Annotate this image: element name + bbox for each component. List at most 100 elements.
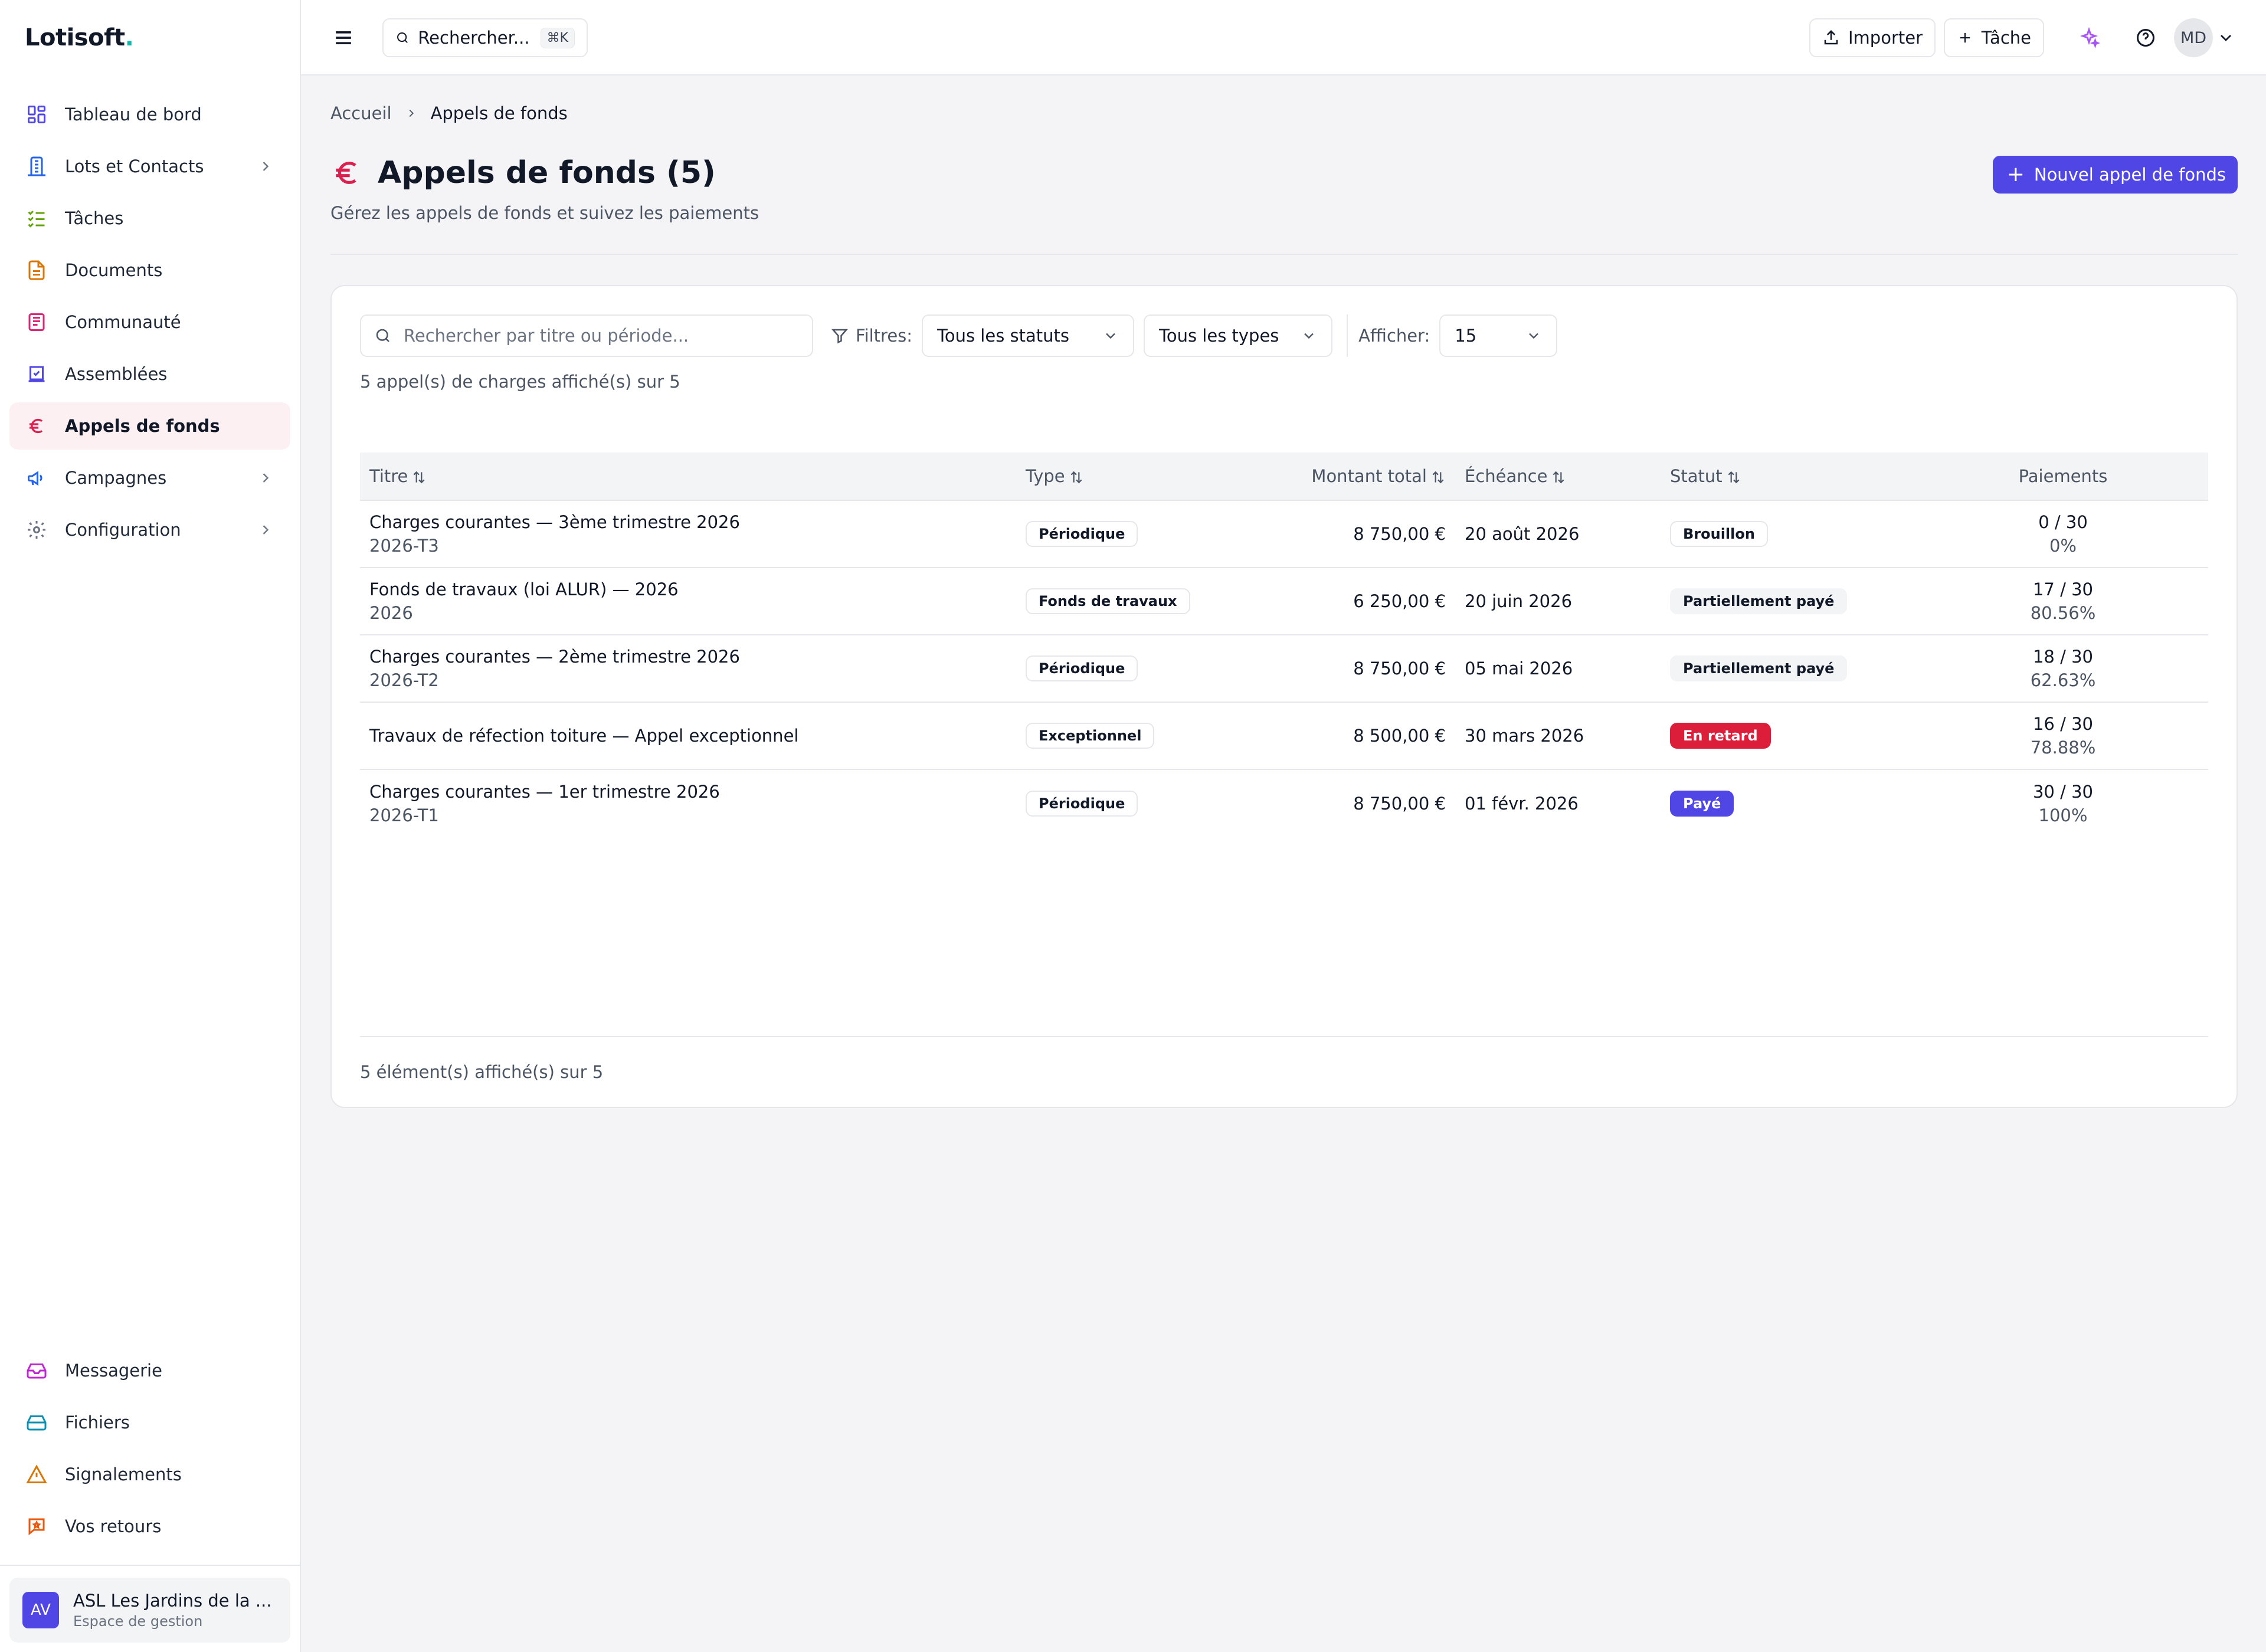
org-switcher[interactable]: AV ASL Les Jardins de la ... Espace de g… xyxy=(9,1578,290,1643)
row-due-date: 01 févr. 2026 xyxy=(1465,794,1579,814)
sidebar-item-messaging[interactable]: Messagerie xyxy=(9,1347,290,1394)
row-amount: 6 250,00 € xyxy=(1353,591,1446,611)
sidebar-item-configuration[interactable]: Configuration xyxy=(9,506,290,553)
table-search-placeholder: Rechercher par titre ou période... xyxy=(404,326,689,346)
status-badge: Partiellement payé xyxy=(1670,655,1848,681)
row-payments: 0 / 30 xyxy=(2038,512,2088,532)
row-title[interactable]: Fonds de travaux (loi ALUR) — 2026 xyxy=(369,579,1026,599)
type-filter-select[interactable]: Tous les types xyxy=(1144,314,1333,357)
show-label: Afficher: xyxy=(1358,326,1430,346)
type-badge: Exceptionnel xyxy=(1026,723,1155,749)
vote-icon xyxy=(25,362,48,386)
header-status[interactable]: Statut xyxy=(1670,466,1918,486)
sort-icon xyxy=(1432,471,1444,484)
shortcut-badge: ⌘K xyxy=(540,27,575,48)
chevron-right-icon xyxy=(409,109,414,117)
sidebar-item-label: Tâches xyxy=(65,208,124,228)
sidebar-divider xyxy=(0,1565,300,1566)
new-fund-call-label: Nouvel appel de fonds xyxy=(2033,165,2226,185)
row-title[interactable]: Travaux de réfection toiture — Appel exc… xyxy=(369,726,1026,746)
header-type-label: Type xyxy=(1026,466,1065,486)
header-due-label: Échéance xyxy=(1465,466,1548,486)
sidebar-item-label: Configuration xyxy=(65,520,181,540)
type-badge: Fonds de travaux xyxy=(1026,588,1190,614)
status-badge: En retard xyxy=(1670,723,1771,749)
sidebar-item-dashboard[interactable]: Tableau de bord xyxy=(9,91,290,138)
sidebar-item-label: Vos retours xyxy=(65,1516,162,1536)
import-button[interactable]: Importer xyxy=(1809,18,1936,57)
table-row[interactable]: Charges courantes — 2ème trimestre 2026 2… xyxy=(360,635,2208,703)
row-due-date: 20 juin 2026 xyxy=(1465,591,1573,611)
inbox-icon xyxy=(25,1359,48,1382)
table-footer-count: 5 élément(s) affiché(s) sur 5 xyxy=(360,1062,604,1082)
page-title: Appels de fonds (5) xyxy=(378,155,716,191)
help-icon[interactable] xyxy=(2133,25,2159,51)
new-task-label: Tâche xyxy=(1981,28,2031,48)
new-task-button[interactable]: Tâche xyxy=(1943,18,2044,57)
menu-icon[interactable] xyxy=(330,25,356,51)
chevron-right-icon xyxy=(263,473,269,483)
user-avatar[interactable]: MD xyxy=(2174,18,2213,57)
type-badge: Périodique xyxy=(1026,791,1138,817)
brand-name: Lotisoft xyxy=(25,24,125,51)
new-fund-call-button[interactable]: + Nouvel appel de fonds xyxy=(1992,156,2238,194)
breadcrumb-home[interactable]: Accueil xyxy=(330,103,392,123)
global-search[interactable]: Rechercher... ⌘K xyxy=(382,18,588,57)
row-title[interactable]: Charges courantes — 1er trimestre 2026 xyxy=(369,782,1026,802)
status-badge: Brouillon xyxy=(1670,521,1768,547)
breadcrumb: Accueil Appels de fonds xyxy=(330,103,568,123)
org-subtitle: Espace de gestion xyxy=(73,1613,203,1630)
sort-icon xyxy=(1553,471,1564,484)
page-size-select[interactable]: 15 xyxy=(1439,314,1558,357)
header-amount[interactable]: Montant total xyxy=(1262,466,1465,486)
status-filter-select[interactable]: Tous les statuts xyxy=(922,314,1135,357)
row-amount: 8 750,00 € xyxy=(1353,794,1446,814)
table-row[interactable]: Charges courantes — 3ème trimestre 2026 2… xyxy=(360,501,2208,568)
header-type[interactable]: Type xyxy=(1026,466,1262,486)
status-badge: Payé xyxy=(1670,791,1734,817)
sidebar-item-reports[interactable]: Signalements xyxy=(9,1451,290,1498)
sidebar-item-assemblies[interactable]: Assemblées xyxy=(9,350,290,398)
header-title[interactable]: Titre xyxy=(360,466,1026,486)
sidebar-item-funds[interactable]: Appels de fonds xyxy=(9,402,290,450)
sidebar-item-label: Communauté xyxy=(65,312,181,332)
sidebar-item-campaigns[interactable]: Campagnes xyxy=(9,454,290,502)
table-search-input[interactable]: Rechercher par titre ou période... xyxy=(360,314,813,357)
row-title[interactable]: Charges courantes — 3ème trimestre 2026 xyxy=(369,512,1026,532)
brand-logo[interactable]: Lotisoft. xyxy=(0,0,300,76)
row-percent: 100% xyxy=(2038,805,2088,825)
row-title[interactable]: Charges courantes — 2ème trimestre 2026 xyxy=(369,647,1026,667)
row-amount: 8 750,00 € xyxy=(1353,658,1446,678)
org-name: ASL Les Jardins de la ... xyxy=(73,1591,272,1611)
sidebar-item-label: Documents xyxy=(65,260,163,280)
row-payments: 16 / 30 xyxy=(2032,714,2093,734)
fund-calls-table: Titre Type Montant total Échéance Statut… xyxy=(360,453,2208,837)
sidebar-item-tasks[interactable]: Tâches xyxy=(9,195,290,242)
header-divider xyxy=(330,254,2238,255)
row-percent: 62.63% xyxy=(2030,670,2096,690)
sort-icon xyxy=(413,471,425,484)
table-row[interactable]: Travaux de réfection toiture — Appel exc… xyxy=(360,703,2208,770)
chevron-down-icon[interactable] xyxy=(2216,28,2235,47)
sidebar-item-community[interactable]: Communauté xyxy=(9,299,290,346)
chevron-down-icon xyxy=(1304,333,1314,339)
topbar: Rechercher... ⌘K Importer Tâche MD xyxy=(301,0,2266,76)
sidebar-item-feedback[interactable]: Vos retours xyxy=(9,1503,290,1550)
table-row[interactable]: Fonds de travaux (loi ALUR) — 2026 2026 F… xyxy=(360,568,2208,635)
status-filter-value: Tous les statuts xyxy=(937,326,1070,346)
document-icon xyxy=(25,258,48,282)
sparkles-icon[interactable] xyxy=(2076,25,2102,51)
page-size-value: 15 xyxy=(1455,326,1477,346)
search-icon xyxy=(376,329,389,342)
sidebar-item-files[interactable]: Fichiers xyxy=(9,1399,290,1446)
table-row[interactable]: Charges courantes — 1er trimestre 2026 20… xyxy=(360,770,2208,837)
sidebar-item-documents[interactable]: Documents xyxy=(9,247,290,294)
row-payments: 30 / 30 xyxy=(2032,782,2093,802)
header-due[interactable]: Échéance xyxy=(1465,466,1670,486)
sort-icon xyxy=(1070,471,1082,484)
header-amount-label: Montant total xyxy=(1311,466,1427,486)
dashboard-icon xyxy=(25,103,48,126)
table-header: Titre Type Montant total Échéance Statut… xyxy=(360,453,2208,501)
sidebar-item-lots-contacts[interactable]: Lots et Contacts xyxy=(9,143,290,190)
filter-icon xyxy=(831,329,849,344)
